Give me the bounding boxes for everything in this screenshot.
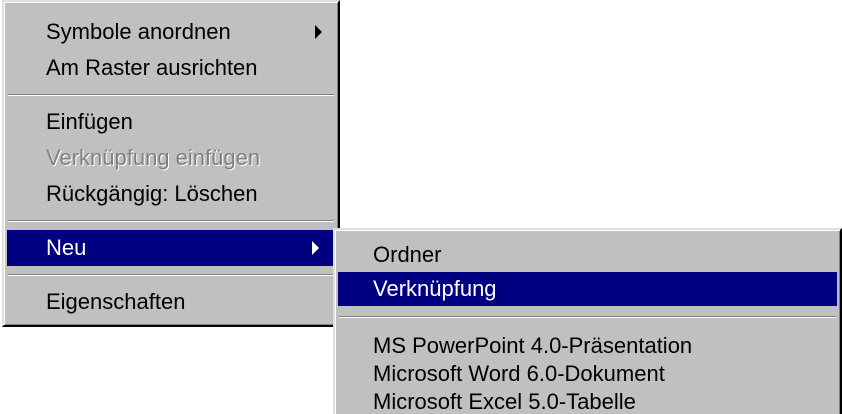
menu-item-label: Ordner [373,242,442,267]
menu-separator [8,274,334,276]
submenu-item-verknuepfung[interactable]: Verknüpfung [338,272,837,306]
menu-item-label: Rückgängig: Löschen [46,181,258,206]
menu-item-label: Microsoft Excel 5.0-Tabelle [373,389,636,414]
menu-item-verknuepfung-einfuegen: Verknüpfung einfügen [4,140,338,176]
desktop-context-menu: Symbole anordnen Am Raster ausrichten Ei… [2,0,340,327]
menu-item-label: Am Raster ausrichten [46,55,258,80]
chevron-right-icon [312,241,319,255]
menu-item-label: Verknüpfung einfügen [46,145,261,170]
menu-item-label: MS PowerPoint 4.0-Präsentation [373,333,693,358]
submenu-item-powerpoint[interactable]: MS PowerPoint 4.0-Präsentation [335,332,840,360]
menu-item-label: Einfügen [46,109,133,134]
menu-separator [8,94,334,96]
menu-item-symbole-anordnen[interactable]: Symbole anordnen [4,14,338,50]
menu-item-label: Verknüpfung [373,276,497,301]
menu-item-rueckgaengig-loeschen[interactable]: Rückgängig: Löschen [4,176,338,212]
menu-item-eigenschaften[interactable]: Eigenschaften [4,284,338,320]
menu-item-einfuegen[interactable]: Einfügen [4,104,338,140]
submenu-item-ordner[interactable]: Ordner [335,238,840,272]
menu-item-label: Neu [46,235,87,260]
menu-item-label: Symbole anordnen [46,19,231,44]
submenu-item-word[interactable]: Microsoft Word 6.0-Dokument [335,360,840,388]
menu-separator [8,220,334,222]
menu-item-label: Microsoft Word 6.0-Dokument [373,361,665,386]
menu-item-neu[interactable]: Neu [7,230,335,266]
menu-item-am-raster-ausrichten[interactable]: Am Raster ausrichten [4,50,338,86]
new-submenu: Ordner Verknüpfung MS PowerPoint 4.0-Prä… [333,228,842,414]
submenu-item-excel[interactable]: Microsoft Excel 5.0-Tabelle [335,388,840,414]
chevron-right-icon [315,25,322,39]
menu-separator [339,316,836,318]
menu-item-label: Eigenschaften [46,289,186,314]
